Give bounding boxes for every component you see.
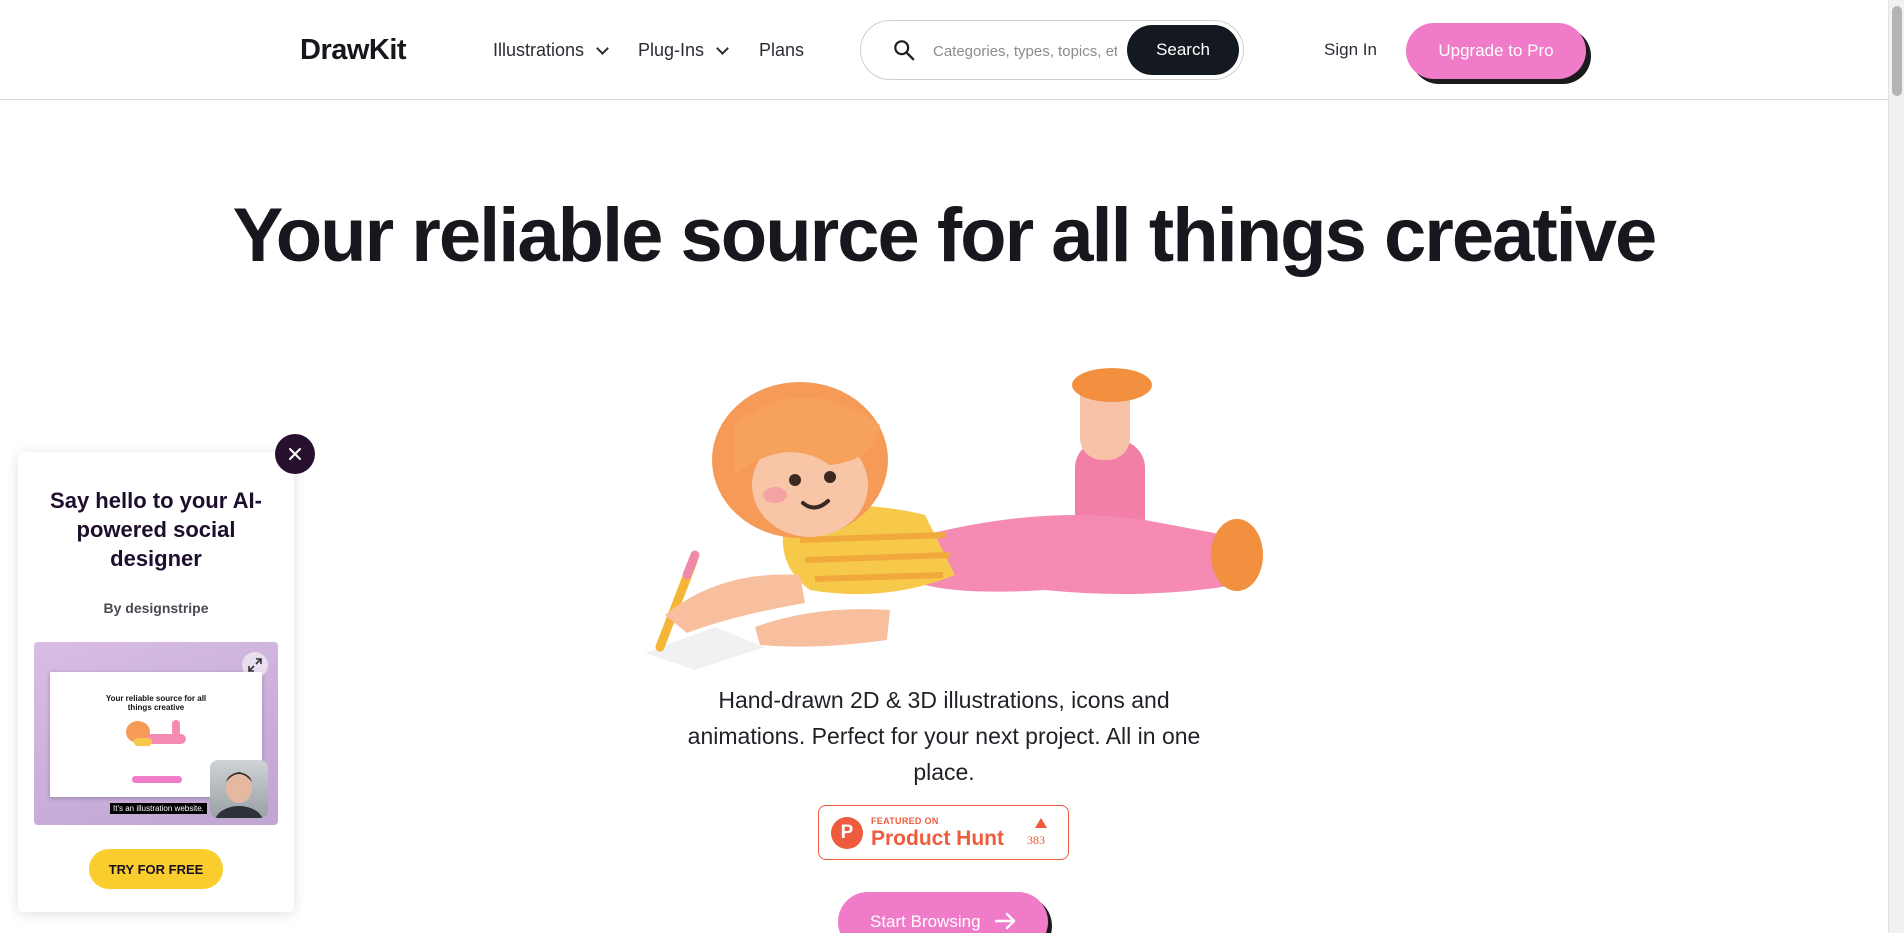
try-for-free-button[interactable]: TRY FOR FREE	[89, 849, 223, 889]
product-hunt-badge[interactable]: P FEATURED ON Product Hunt 383	[818, 805, 1069, 860]
arrow-right-icon	[994, 912, 1015, 930]
popup-title: Say hello to your AI-powered social desi…	[50, 488, 262, 571]
chevron-down-icon	[716, 41, 729, 55]
nav-plug-ins[interactable]: Plug-Ins	[638, 40, 729, 61]
designstripe-popup: Say hello to your AI-powered social desi…	[18, 452, 294, 912]
sign-in-link[interactable]: Sign In	[1324, 40, 1377, 60]
preview-illustration	[126, 720, 186, 746]
start-browsing-button[interactable]: Start Browsing	[838, 892, 1048, 933]
preview-page-title: Your reliable source for all things crea…	[105, 694, 207, 712]
nav-plans-label: Plans	[759, 40, 805, 60]
presenter-avatar	[210, 760, 268, 818]
product-hunt-featured-label: FEATURED ON	[871, 816, 939, 826]
nav-plug-ins-label: Plug-Ins	[638, 40, 705, 60]
search-icon	[894, 40, 915, 61]
hero-title: Your reliable source for all things crea…	[232, 193, 1658, 278]
scrollbar-thumb[interactable]	[1892, 6, 1902, 96]
close-icon	[289, 448, 301, 460]
chevron-down-icon	[596, 41, 609, 55]
nav-illustrations[interactable]: Illustrations	[493, 40, 609, 61]
start-browsing-label: Start Browsing	[870, 912, 981, 931]
upgrade-to-pro-button[interactable]: Upgrade to Pro	[1406, 23, 1586, 79]
product-hunt-logo-icon: P	[831, 817, 863, 849]
close-popup-button[interactable]	[275, 434, 315, 474]
search-input[interactable]	[933, 39, 1117, 63]
upvote-triangle-icon	[1035, 818, 1047, 828]
product-hunt-vote-count: 383	[1027, 833, 1045, 847]
product-hunt-name: Product Hunt	[871, 827, 1004, 850]
popup-video-preview[interactable]: Your reliable source for all things crea…	[34, 642, 278, 825]
search-bar: Search	[860, 20, 1244, 80]
site-header: DrawKit Illustrations Plug-Ins Plans Sea…	[0, 0, 1888, 100]
expand-icon[interactable]	[242, 652, 268, 678]
drawkit-logo[interactable]: DrawKit	[300, 34, 407, 67]
page-scrollbar[interactable]	[1888, 0, 1904, 933]
video-caption: It's an illustration website.	[110, 803, 207, 814]
popup-byline: By designstripe	[103, 600, 209, 616]
nav-plans[interactable]: Plans	[759, 40, 804, 61]
hero-subtitle-text: Hand-drawn 2D & 3D illustrations, icons …	[687, 687, 1201, 785]
nav-illustrations-label: Illustrations	[493, 40, 585, 60]
preview-cta-bar	[132, 776, 182, 783]
search-button[interactable]: Search	[1127, 25, 1239, 75]
hero-illustration	[645, 368, 1263, 670]
